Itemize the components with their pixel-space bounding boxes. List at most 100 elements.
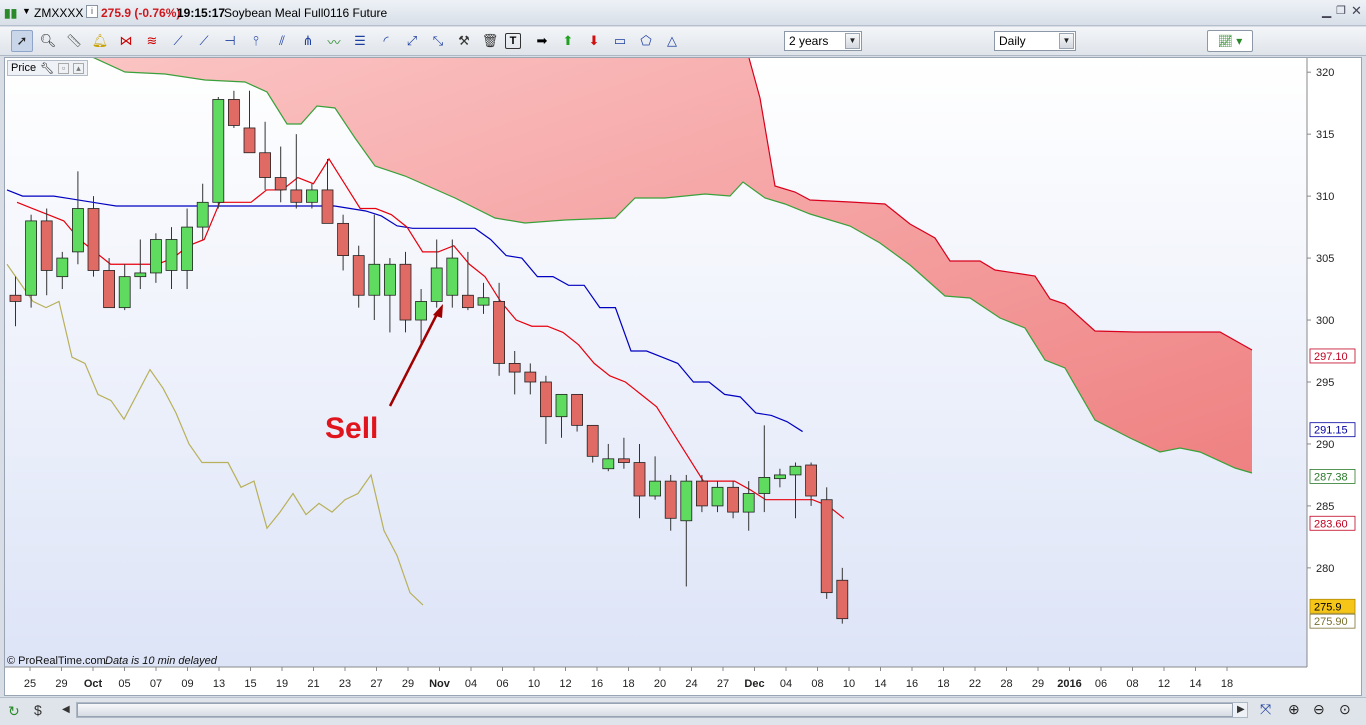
zoom-icon[interactable]: 🔍︎ xyxy=(37,30,59,52)
scroll-left-icon[interactable]: ◀ xyxy=(62,704,70,715)
x-tick-label: 12 xyxy=(1158,678,1170,690)
x-tick-label: 20 xyxy=(654,678,666,690)
title-bar: ▮▮ ▼ ZMXXXX i 275.9 (-0.76%) 19:15:17 So… xyxy=(0,0,1366,26)
price-badge-label: 275.90 xyxy=(1314,616,1348,628)
text-tool-icon[interactable]: T xyxy=(505,33,521,49)
interval-select[interactable]: Daily ▼ xyxy=(994,31,1076,51)
candle xyxy=(40,220,53,271)
candle xyxy=(368,263,381,296)
candle xyxy=(118,276,131,309)
candle xyxy=(134,272,147,278)
triangle-tool-icon[interactable]: △ xyxy=(661,30,683,52)
panel-expand-icon[interactable]: ▴ xyxy=(73,62,85,74)
zoom-in-icon[interactable]: ⊕ xyxy=(1288,701,1300,718)
scroll-right-icon[interactable]: ▶ xyxy=(1237,704,1245,715)
y-tick-label: 305 xyxy=(1316,253,1334,265)
zoom-reset-icon[interactable]: ⊙ xyxy=(1339,701,1351,718)
rectangle-tool-icon[interactable]: ▭ xyxy=(609,30,631,52)
candle xyxy=(836,579,849,620)
x-tick-label: 29 xyxy=(1032,678,1044,690)
pitchfork-icon[interactable]: ⋔ xyxy=(297,30,319,52)
chevron-down-icon[interactable]: ▼ xyxy=(1059,33,1074,49)
price-badge-label: 297.10 xyxy=(1314,351,1348,363)
ray-tool-icon[interactable]: ⟋ xyxy=(193,30,215,52)
x-tick-label: 25 xyxy=(24,678,36,690)
x-tick-label: 24 xyxy=(685,678,697,690)
x-tick-label: 18 xyxy=(1221,678,1233,690)
regression-icon[interactable]: 〰 xyxy=(323,30,345,52)
arrow-down-red-icon[interactable]: ⬇ xyxy=(583,30,605,52)
indicators-button[interactable]: 📈︎ ▾ xyxy=(1207,30,1253,52)
info-icon[interactable]: i xyxy=(86,5,98,18)
candle xyxy=(9,294,22,302)
x-tick-label: 08 xyxy=(811,678,823,690)
x-tick-label: 06 xyxy=(496,678,508,690)
price-badge-label: 287.38 xyxy=(1314,471,1348,483)
channel-icon[interactable]: ⫽ xyxy=(271,30,293,52)
restore-icon[interactable]: ❐ xyxy=(1336,4,1346,17)
dollar-icon[interactable]: $ xyxy=(34,702,42,718)
tools-icon[interactable]: ⚒ xyxy=(453,30,475,52)
chart-area[interactable]: 320 315 310 305 300 295 290 285 280 297.10 291.15 2… xyxy=(4,57,1362,696)
x-tick-label: 14 xyxy=(874,678,886,690)
candle xyxy=(758,477,771,494)
price-chart[interactable]: 320 315 310 305 300 295 290 285 280 297.10 291.15 2… xyxy=(5,58,1361,695)
price-panel-label[interactable]: Price 🔧︎ ▫ ▴ xyxy=(7,60,89,76)
x-tick-label: 15 xyxy=(244,678,256,690)
x-tick-label: 12 xyxy=(559,678,571,690)
x-tick-label: 29 xyxy=(402,678,414,690)
period-select[interactable]: 2 years ▼ xyxy=(784,31,862,51)
minimize-icon[interactable]: ▁ xyxy=(1322,4,1331,18)
scroll-track[interactable] xyxy=(76,702,1248,718)
candle xyxy=(383,263,396,296)
extend-line-icon[interactable]: ⤡ xyxy=(427,30,449,52)
delay-note: Data is 10 min delayed xyxy=(105,655,218,667)
candle xyxy=(290,189,303,203)
x-tick-label: 2016 xyxy=(1057,678,1081,690)
wave-icon[interactable]: ≋ xyxy=(141,30,163,52)
ruler-icon[interactable]: 📏︎ xyxy=(63,30,85,52)
y-tick-label: 300 xyxy=(1316,315,1334,327)
candle xyxy=(618,458,630,463)
candle xyxy=(477,297,490,306)
dropdown-arrow-icon[interactable]: ▼ xyxy=(22,6,31,16)
polygon-tool-icon[interactable]: ⬠ xyxy=(635,30,657,52)
chart-icon: ▮▮ xyxy=(4,6,18,20)
alert-bell-icon[interactable]: 🔔︎ xyxy=(89,30,111,52)
candle xyxy=(103,270,115,309)
symbol-label[interactable]: ZMXXXX xyxy=(34,6,83,20)
pointer-icon[interactable]: ➚ xyxy=(11,30,33,52)
candle xyxy=(399,263,412,321)
x-tick-label: Dec xyxy=(744,678,764,690)
chevron-down-icon[interactable]: ▼ xyxy=(845,33,860,49)
candle xyxy=(680,480,693,522)
candle xyxy=(196,201,209,228)
y-tick-label: 285 xyxy=(1316,501,1334,513)
candle xyxy=(789,465,802,476)
line-tool-icon[interactable]: ⟋ xyxy=(167,30,189,52)
arrow-up-green-icon[interactable]: ⬆ xyxy=(557,30,579,52)
wrench-icon[interactable]: 🔧︎ xyxy=(40,62,54,75)
fan-icon[interactable]: ⤢ xyxy=(401,30,423,52)
horizontal-line-icon[interactable]: ⊣ xyxy=(219,30,241,52)
scroll-thumb[interactable] xyxy=(77,703,1233,717)
x-tick-label: Oct xyxy=(84,678,103,690)
price-change-label: 275.9 (-0.76%) xyxy=(101,6,181,20)
refresh-icon[interactable]: ↻ xyxy=(8,703,20,720)
fibonacci-icon[interactable]: ⋈ xyxy=(115,30,137,52)
candle xyxy=(56,257,69,278)
close-icon[interactable]: ✕ xyxy=(1351,3,1362,19)
x-tick-label: 04 xyxy=(780,678,792,690)
x-tick-label: 18 xyxy=(622,678,634,690)
fib-arc-icon[interactable]: ◜ xyxy=(375,30,397,52)
vertical-line-icon[interactable]: ⫯ xyxy=(245,30,267,52)
x-tick-label: 09 xyxy=(181,678,193,690)
trash-icon[interactable]: 🗑︎ xyxy=(479,30,501,52)
arrow-right-icon[interactable]: ➡ xyxy=(531,30,553,52)
candle xyxy=(321,189,334,224)
sell-annotation: Sell xyxy=(325,412,378,445)
fib-retracement-icon[interactable]: ☰ xyxy=(349,30,371,52)
zoom-out-icon[interactable]: ⊖ xyxy=(1313,701,1325,718)
zoom-fit-icon[interactable]: ⤧ xyxy=(1260,701,1271,718)
panel-settings-icon[interactable]: ▫ xyxy=(58,62,70,74)
